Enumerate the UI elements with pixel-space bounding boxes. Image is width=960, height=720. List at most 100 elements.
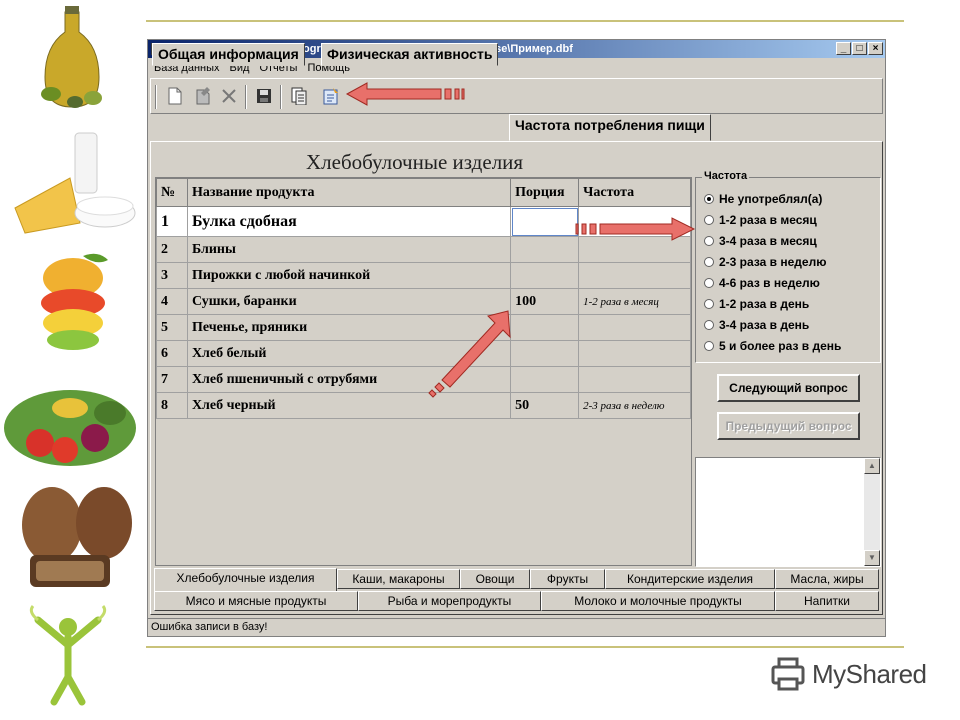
delete-icon[interactable] (217, 85, 241, 107)
fruit-image (41, 253, 108, 350)
product-name: Пирожки с любой начинкой (186, 262, 512, 289)
frequency-cell[interactable] (578, 314, 691, 341)
option-label: 5 и более раз в день (719, 339, 842, 353)
col-product-header[interactable]: Название продукта (186, 178, 512, 207)
frequency-cell[interactable] (578, 262, 691, 289)
dairy-image (14, 132, 136, 234)
olive-oil-image (41, 6, 102, 108)
frequency-group-label: Частота (702, 170, 750, 182)
print-icon[interactable] (287, 85, 311, 107)
product-name: Блины (186, 236, 512, 263)
section-title: Хлебобулочные изделия (306, 150, 524, 174)
category-tab-vegetables[interactable]: Овощи (460, 569, 530, 589)
tab-physical-activity[interactable]: Физическая активность (321, 43, 499, 66)
frequency-cell[interactable]: 2-3 раза в неделю (578, 392, 691, 419)
option-label: 2-3 раза в неделю (719, 255, 827, 269)
save-icon[interactable] (252, 85, 276, 107)
frequency-cell[interactable] (578, 366, 691, 393)
option-label: 3-4 раза в месяц (719, 234, 817, 248)
radio-icon[interactable] (704, 194, 714, 204)
portion-cell[interactable]: 50 (510, 392, 580, 419)
close-button[interactable]: × (868, 42, 883, 55)
frequency-option[interactable]: 5 и более раз в день (704, 339, 841, 353)
product-name: Булка сдобная (186, 206, 512, 237)
bottom-divider (146, 646, 904, 648)
radio-icon[interactable] (704, 341, 714, 351)
portion-cell[interactable] (510, 314, 580, 341)
frequency-option[interactable]: 2-3 раза в неделю (704, 255, 826, 269)
notes-memo[interactable]: ▲ ▼ (695, 457, 881, 567)
category-tab-oils[interactable]: Масла, жиры (775, 569, 879, 589)
row-number: 2 (156, 236, 188, 263)
table-row[interactable]: 3 Пирожки с любой начинкой (156, 262, 691, 289)
radio-icon[interactable] (704, 320, 714, 330)
status-bar: Ошибка записи в базу! (148, 618, 885, 636)
row-number: 8 (156, 392, 188, 419)
row-number: 7 (156, 366, 188, 393)
tab-general-info[interactable]: Общая информация (152, 43, 305, 66)
scroll-down-icon[interactable]: ▼ (864, 550, 880, 566)
annotation-arrow-portion (428, 310, 511, 398)
scroll-up-icon[interactable]: ▲ (864, 458, 880, 474)
frequency-option[interactable]: 1-2 раза в месяц (704, 213, 817, 227)
category-tab-cereals[interactable]: Каши, макароны (337, 569, 460, 589)
radio-icon[interactable] (704, 236, 714, 246)
frequency-cell[interactable]: 1-2 раза в месяц (578, 288, 691, 315)
scrollbar[interactable]: ▲ ▼ (864, 458, 880, 566)
category-tab-bakery[interactable]: Хлебобулочные изделия (154, 568, 337, 592)
maximize-button[interactable]: □ (852, 42, 867, 55)
frequency-option[interactable]: 4-6 раз в неделю (704, 276, 820, 290)
previous-question-button[interactable]: Предыдущий вопрос (717, 412, 860, 440)
frequency-option[interactable]: 3-4 раза в месяц (704, 234, 817, 248)
category-tab-drinks[interactable]: Напитки (775, 591, 879, 611)
option-label: 1-2 раза в месяц (719, 213, 817, 227)
toolbar-separator (280, 85, 282, 109)
col-frequency-header[interactable]: Частота (578, 178, 691, 207)
frequency-option[interactable]: 1-2 раза в день (704, 297, 809, 311)
portion-cell[interactable] (510, 366, 580, 393)
radio-icon[interactable] (704, 215, 714, 225)
tab-food-frequency[interactable]: Частота потребления пищи (509, 114, 711, 141)
portion-cell[interactable] (510, 340, 580, 367)
category-tab-meat[interactable]: Мясо и мясные продукты (154, 591, 358, 611)
toolbar-grip (155, 85, 157, 109)
category-tab-fish[interactable]: Рыба и морепродукты (358, 591, 541, 611)
frequency-option[interactable]: Не употреблял(а) (704, 192, 822, 206)
yoga-figure-image (29, 605, 107, 706)
toolbar-separator (245, 85, 247, 109)
vegetables-image (4, 390, 136, 466)
toolbar (150, 78, 883, 114)
food-illustrations (0, 0, 140, 720)
annotation-arrow-frequency (575, 217, 696, 241)
radio-icon[interactable] (704, 257, 714, 267)
col-portion-header[interactable]: Порция (510, 178, 580, 207)
table-header-row: № Название продукта Порция Частота (156, 178, 691, 207)
frequency-cell[interactable] (578, 340, 691, 367)
row-number: 6 (156, 340, 188, 367)
top-divider (146, 20, 904, 22)
option-label: 1-2 раза в день (719, 297, 810, 311)
next-question-button[interactable]: Следующий вопрос (717, 374, 860, 402)
category-tab-dairy[interactable]: Молоко и молочные продукты (541, 591, 775, 611)
row-number: 3 (156, 262, 188, 289)
radio-icon[interactable] (704, 299, 714, 309)
category-tab-confectionery[interactable]: Кондитерские изделия (605, 569, 775, 589)
portion-cell[interactable]: 100 (510, 288, 580, 315)
frequency-option[interactable]: 3-4 раза в день (704, 318, 809, 332)
printer-logo-icon (771, 657, 805, 691)
option-label: 3-4 раза в день (719, 318, 810, 332)
category-tab-fruits[interactable]: Фрукты (530, 569, 605, 589)
new-icon[interactable] (163, 85, 187, 107)
minimize-button[interactable]: _ (836, 42, 851, 55)
portion-cell[interactable] (510, 262, 580, 289)
row-number: 1 (156, 206, 188, 237)
logo-text: MyShared (812, 658, 927, 689)
annotation-arrow-toolbar (345, 82, 465, 106)
report-icon[interactable] (319, 85, 343, 107)
row-number: 4 (156, 288, 188, 315)
edit-icon[interactable] (191, 85, 215, 107)
portion-cell[interactable] (510, 206, 580, 237)
portion-cell[interactable] (510, 236, 580, 263)
col-number-header[interactable]: № (156, 178, 188, 207)
radio-icon[interactable] (704, 278, 714, 288)
